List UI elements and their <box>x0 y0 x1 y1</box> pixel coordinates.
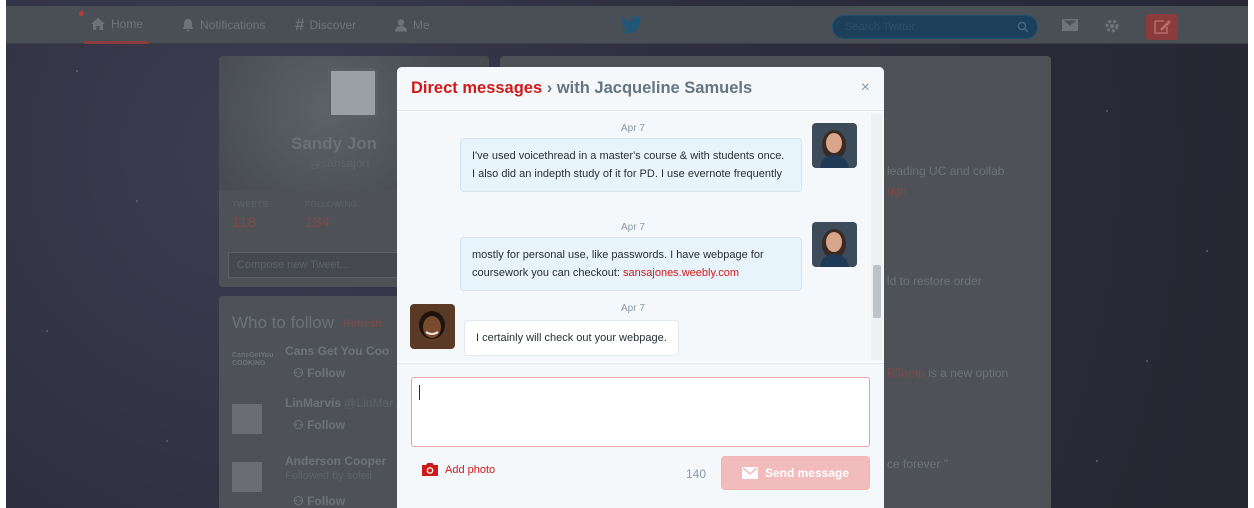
compose-tweet-button[interactable] <box>1146 14 1178 40</box>
tweet-text-suffix: is a new option <box>924 366 1009 380</box>
message-thread: Apr 7 I've used voicethread in a master'… <box>397 112 884 362</box>
suggestion-avatar[interactable] <box>232 404 262 434</box>
compose-icon <box>1154 20 1171 34</box>
message-input[interactable] <box>411 377 870 447</box>
sender-avatar[interactable] <box>812 123 857 168</box>
envelope-icon <box>741 467 758 479</box>
message-link[interactable]: sansajones.weebly.com <box>623 267 739 279</box>
message-bubble-sent: I've used voicethread in a master's cour… <box>460 138 802 192</box>
message-composer: Add photo 140 Send message <box>397 363 884 508</box>
top-navigation-bar: Home Notifications # Discover Me Search … <box>6 6 1248 44</box>
message-bubble-sent: mostly for personal use, like passwords.… <box>460 237 802 291</box>
stat-following-label: FOLLOWING <box>305 200 358 209</box>
message-text: I've used voicethread in a master's cour… <box>472 150 785 180</box>
tweet-link[interactable]: RTamp <box>887 366 925 380</box>
window-frame-left <box>0 0 6 508</box>
person-icon <box>395 19 407 32</box>
message-text: I certainly will check out your webpage. <box>476 332 667 344</box>
modal-header: Direct messages › with Jacqueline Samuel… <box>397 67 884 111</box>
nav-notifications-label: Notifications <box>200 18 266 32</box>
stat-tweets-label: TWEETS <box>232 200 269 209</box>
gear-icon[interactable] <box>1103 17 1121 35</box>
stat-tweets-value[interactable]: 118 <box>232 214 256 231</box>
direct-messages-link[interactable]: Direct messages <box>411 79 542 97</box>
recipient-avatar[interactable] <box>410 304 455 349</box>
camera-icon <box>422 463 438 476</box>
suggestion-name[interactable]: Cans Get You Coo <box>285 344 389 358</box>
nav-discover[interactable]: # Discover <box>295 6 356 44</box>
follow-button[interactable]: ⚇ Follow <box>293 494 345 508</box>
search-icon <box>1017 21 1029 33</box>
tweet-text: ld to restore order <box>887 274 982 288</box>
modal-title: Direct messages › with Jacqueline Samuel… <box>411 79 752 98</box>
nav-home[interactable]: Home <box>79 6 150 44</box>
nav-notifications[interactable]: Notifications <box>181 6 265 44</box>
stat-following-value[interactable]: 184 <box>305 214 330 231</box>
send-message-button[interactable]: Send message <box>721 456 870 490</box>
nav-me[interactable]: Me <box>394 6 430 44</box>
nav-home-label: Home <box>111 16 144 31</box>
recipient-name: Jacqueline Samuels <box>594 79 753 97</box>
follow-label: Follow <box>307 418 346 432</box>
avatar-photo-icon <box>812 222 857 267</box>
add-photo-label: Add photo <box>445 463 496 476</box>
home-icon <box>91 17 105 30</box>
close-icon[interactable]: × <box>861 80 870 96</box>
tweet-text: ce forever " <box>887 457 948 471</box>
profile-avatar[interactable] <box>328 68 378 118</box>
bell-icon <box>182 19 194 32</box>
message-bubble-received: I certainly will check out your webpage. <box>464 320 679 356</box>
message-date: Apr 7 <box>621 303 645 314</box>
nav-me-label: Me <box>413 18 430 32</box>
thread-scrollbar-thumb[interactable] <box>873 265 881 318</box>
suggestion-name-text: LinMarvis <box>285 396 342 410</box>
search-placeholder: Search Twitter <box>845 21 916 33</box>
add-photo-button[interactable]: Add photo <box>421 462 495 477</box>
thread-scrollbar-track[interactable] <box>871 114 882 360</box>
sender-avatar[interactable] <box>812 222 857 267</box>
suggestion-avatar-logo: CansGetYou COOKING <box>232 352 274 367</box>
avatar-photo-icon <box>812 123 857 168</box>
follow-button[interactable]: ⚇ Follow <box>293 366 345 380</box>
nav-discover-label: Discover <box>309 18 357 32</box>
suggestion-name[interactable]: Anderson Cooper <box>285 454 386 468</box>
new-indicator-dot <box>79 11 84 16</box>
profile-name[interactable]: Sandy Jon <box>291 134 377 154</box>
suggestion-followed-by: Followed by soleil <box>285 470 372 482</box>
search-input[interactable]: Search Twitter <box>832 15 1038 39</box>
suggestion-name[interactable]: LinMarvis @LinMar <box>285 396 393 410</box>
avatar-photo-icon <box>410 304 455 349</box>
character-count: 140 <box>686 467 707 481</box>
tweet-text: leading UC and collab <box>887 164 1005 178</box>
title-separator: › with <box>542 79 595 97</box>
send-message-label: Send message <box>764 466 850 480</box>
tweet-text: RTamp is a new option <box>887 366 1008 380</box>
tweet-link[interactable]: ugh <box>887 184 907 198</box>
follow-button[interactable]: ⚇ Follow <box>293 418 345 432</box>
refresh-link[interactable]: Refresh <box>343 318 382 330</box>
follow-label: Follow <box>307 494 346 508</box>
direct-messages-icon[interactable] <box>1061 17 1079 33</box>
follow-label: Follow <box>307 366 346 380</box>
hash-icon: # <box>295 15 305 34</box>
twitter-bird-icon[interactable] <box>621 16 643 34</box>
window-frame-right <box>1248 0 1254 508</box>
suggestion-avatar[interactable] <box>232 462 262 492</box>
direct-messages-modal: Direct messages › with Jacqueline Samuel… <box>397 67 884 508</box>
who-to-follow-title: Who to follow <box>232 313 335 332</box>
text-cursor <box>419 385 420 400</box>
suggestion-handle: @LinMar <box>344 396 394 410</box>
profile-handle: @sansajon <box>309 156 370 170</box>
